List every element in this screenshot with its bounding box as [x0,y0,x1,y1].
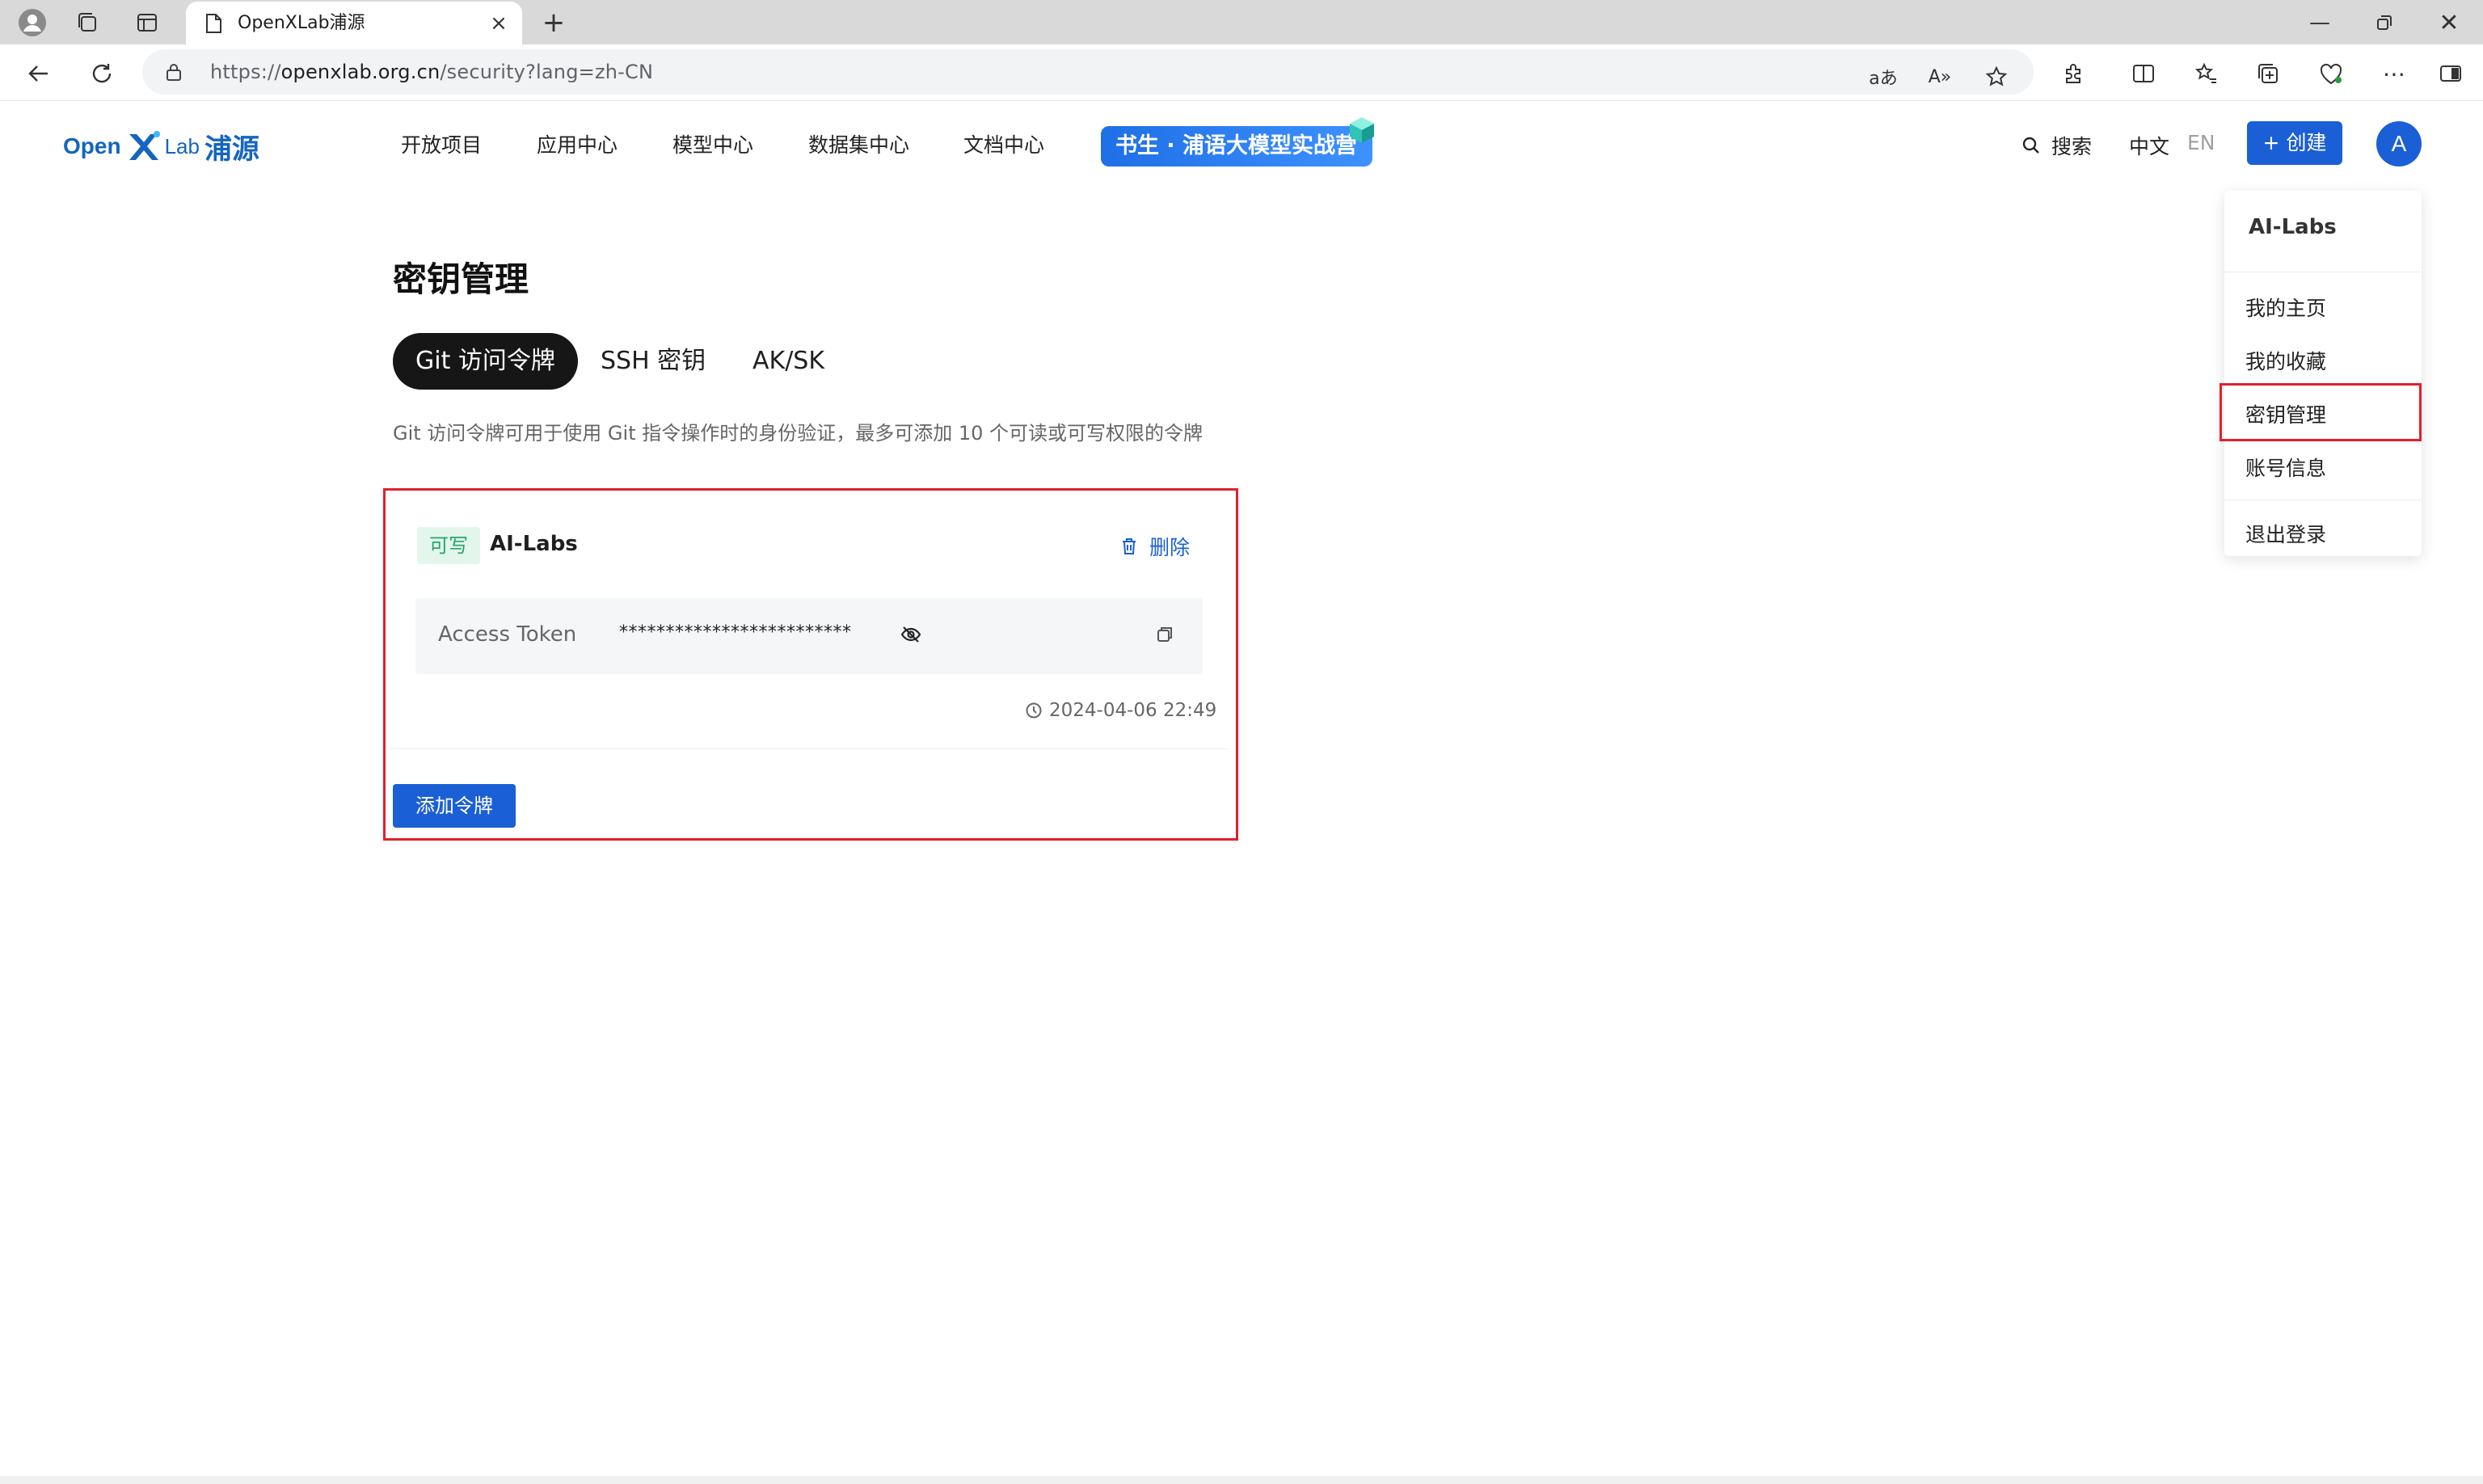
logo-x-icon [129,131,160,160]
logo-open-text: Open [63,133,121,158]
profile-icon[interactable] [16,6,48,39]
favorites-icon[interactable] [2192,59,2221,88]
menu-item-account-info[interactable]: 账号信息 [2245,453,2326,482]
translate-icon[interactable]: aあ [1869,62,1898,91]
search-button[interactable]: 搜索 [2021,131,2092,160]
nav-open-projects[interactable]: 开放项目 [401,129,482,158]
close-window-button[interactable]: ✕ [2433,6,2465,39]
more-options-icon[interactable]: ⋯ [2380,59,2409,88]
tab-description: Git 访问令牌可用于使用 Git 指令操作时的身份验证，最多可添加 10 个可… [393,422,1204,445]
sidebar-toggle-icon[interactable] [2436,59,2465,88]
nav-app-center[interactable]: 应用中心 [537,129,618,158]
browser-tab-active[interactable]: OpenXLab浦源 × [186,2,522,44]
menu-item-highlight [2220,383,2422,441]
page-icon [206,14,221,33]
tab-git-token[interactable]: Git 访问令牌 [393,333,578,390]
minimize-button[interactable]: — [2304,6,2336,39]
url-text[interactable]: https://openxlab.org.cn/security?lang=zh… [210,49,653,95]
lock-icon[interactable] [165,62,183,82]
menu-item-my-favorites[interactable]: 我的收藏 [2245,346,2326,375]
nav-docs-center[interactable]: 文档中心 [963,129,1044,158]
browser-tab-bar: OpenXLab浦源 × + — ✕ [0,0,2483,44]
tab-ssh-key[interactable]: SSH 密钥 [601,333,706,390]
lang-zh-option[interactable]: 中文 [2129,131,2169,160]
menu-item-my-home[interactable]: 我的主页 [2245,293,2326,322]
nav-model-center[interactable]: 模型中心 [672,129,753,158]
user-dropdown-menu: AI-Labs 我的主页 我的收藏 密钥管理 账号信息 退出登录 [2224,191,2422,556]
logo-lab-text: Lab [164,133,200,158]
tab-ak-sk[interactable]: AK/SK [752,333,824,390]
nav-dataset-center[interactable]: 数据集中心 [808,129,909,158]
tab-title: OpenXLab浦源 [238,13,365,33]
new-tab-button[interactable]: + [537,6,570,39]
openxlab-logo[interactable]: Open Lab 浦源 [63,126,259,167]
reload-button[interactable] [86,57,118,90]
collections-icon[interactable] [2253,59,2283,88]
browser-essentials-icon[interactable] [2316,59,2346,88]
token-card-highlight [383,488,1238,841]
page-title: 密钥管理 [393,259,529,299]
dropdown-username: AI-Labs [2249,215,2337,239]
logo-cn-text: 浦源 [204,133,259,166]
window-bottom-edge [0,1476,2483,1484]
promo-text: 书生 · 浦语大模型实战营 [1115,133,1358,158]
menu-item-logout[interactable]: 退出登录 [2245,519,2326,548]
favorite-star-icon[interactable] [1982,62,2011,91]
lang-en-option[interactable]: EN [2187,131,2215,154]
workspaces-icon[interactable] [71,6,103,39]
promo-banner[interactable]: 书生 · 浦语大模型实战营 [1101,117,1374,167]
close-tab-icon[interactable]: × [487,11,511,36]
extensions-icon[interactable] [2059,59,2089,88]
avatar[interactable]: A [2376,121,2422,167]
address-bar[interactable]: https://openxlab.org.cn/security?lang=zh… [142,49,2034,95]
split-screen-icon[interactable] [2129,59,2158,88]
site-header: Open Lab 浦源 开放项目 应用中心 模型中心 数据集中心 文档中心 书生… [0,102,2483,186]
read-aloud-icon[interactable]: A» [1925,62,1954,91]
search-label: 搜索 [2051,135,2093,158]
restore-button[interactable] [2368,6,2401,39]
create-button[interactable]: + 创建 [2247,121,2342,165]
search-icon [2022,137,2039,154]
address-bar-row: https://openxlab.org.cn/security?lang=zh… [0,44,2483,101]
back-button[interactable] [23,57,55,90]
vertical-tabs-icon[interactable] [131,6,163,39]
cube-icon [1350,117,1374,143]
